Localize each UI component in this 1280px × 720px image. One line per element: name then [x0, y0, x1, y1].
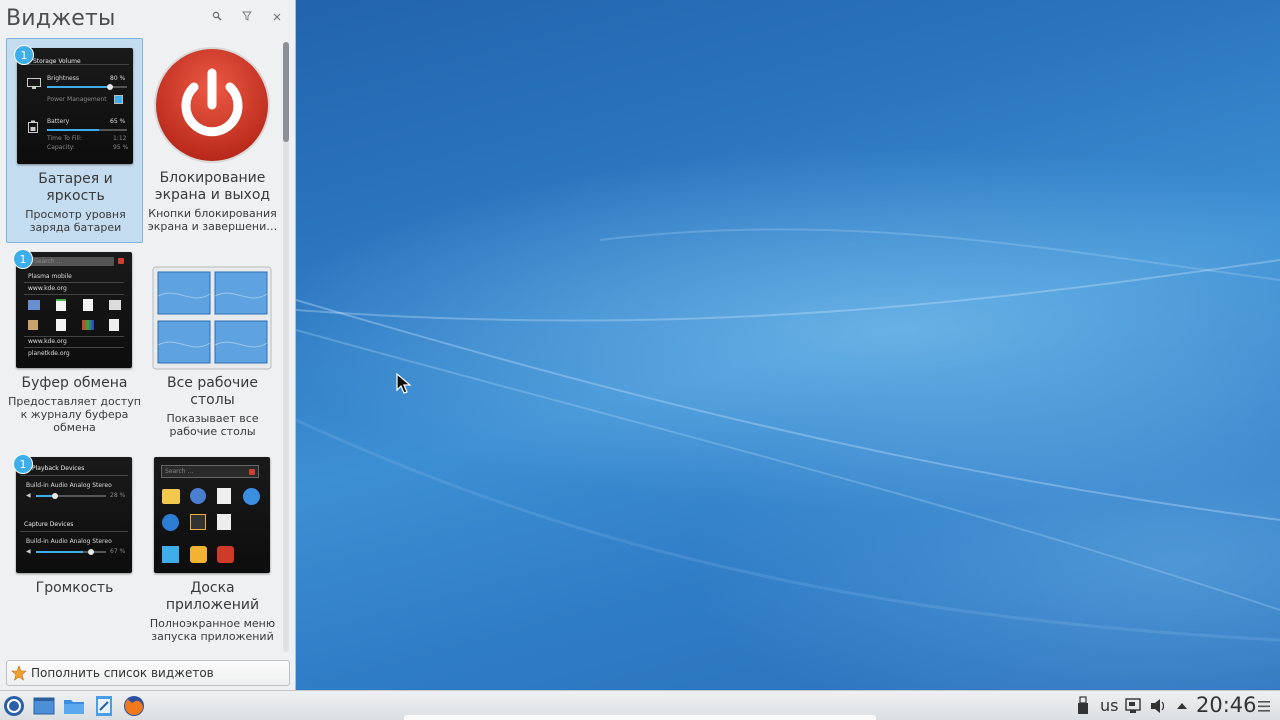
keyboard-layout-indicator[interactable]: us — [1100, 696, 1118, 715]
widget-name: Буфер обмена — [21, 375, 128, 391]
playback-volume-value: 28 % — [110, 492, 126, 499]
battery-value: 65 % — [110, 118, 126, 125]
brightness-value: 80 % — [110, 75, 126, 82]
time-to-fill-value: 1:12 — [113, 135, 127, 142]
widget-description: Просмотр уровня заряда батареи — [25, 208, 126, 234]
search-icon[interactable] — [208, 10, 226, 28]
brightness-label: Brightness — [47, 75, 79, 82]
clipboard-item: Plasma mobile — [28, 273, 72, 280]
widget-name: Громкость — [35, 580, 114, 596]
clear-icon — [118, 258, 124, 264]
taskbar: us 20:46 — [0, 690, 1280, 720]
dashboard-preview-thumbnail: Search ... — [154, 457, 270, 573]
widget-description: Предоставляет доступ к журналу буфера об… — [8, 395, 141, 434]
instance-count-badge: 1 — [13, 454, 33, 474]
widget-explorer-panel: Виджеты 1 Storage Volume Brightness 80 % — [0, 0, 296, 690]
application-launcher-icon[interactable] — [3, 695, 25, 717]
display-icon[interactable] — [1124, 695, 1142, 717]
firefox-icon[interactable] — [123, 695, 145, 717]
power-icon — [154, 47, 270, 163]
widget-name: Все рабочие столы — [166, 375, 258, 408]
widget-grid: 1 Storage Volume Brightness 80 % Power M… — [6, 38, 282, 650]
get-more-widgets-label: Пополнить список виджетов — [31, 666, 214, 680]
widget-list-scrollbar[interactable] — [283, 42, 289, 652]
device-name: Build-in Audio Analog Stereo — [26, 482, 112, 489]
clipboard-preview-thumbnail: Search ... Plasma mobile www.kde.org www… — [16, 252, 132, 368]
capacity-value: 95 % — [113, 144, 129, 151]
usb-device-icon[interactable] — [1076, 695, 1090, 717]
speaker-icon: ◀ — [26, 492, 31, 499]
battery-label: Battery — [47, 118, 70, 125]
battery-icon — [28, 120, 38, 133]
widget-description: Показывает все рабочие столы — [166, 412, 259, 438]
clear-icon — [249, 469, 255, 475]
panel-header: Виджеты — [6, 4, 290, 36]
volume-icon[interactable] — [1150, 695, 1166, 717]
expand-arrow-icon[interactable] — [1175, 695, 1189, 717]
capacity-label: Capacity: — [47, 144, 75, 151]
widget-description: Кнопки блокирования экрана и завершени… — [147, 207, 278, 233]
capture-volume-value: 67 % — [110, 548, 126, 555]
file-manager-icon[interactable] — [63, 695, 85, 717]
text-editor-icon[interactable] — [93, 695, 115, 717]
speaker-icon: ◀ — [26, 548, 31, 555]
digital-clock[interactable]: 20:46 — [1196, 693, 1257, 717]
close-icon[interactable] — [268, 10, 286, 28]
clipboard-item: www.kde.org — [28, 338, 67, 345]
star-icon — [11, 665, 27, 681]
time-to-fill-label: Time To Fill: — [47, 135, 82, 142]
volume-preview-thumbnail: Playback Devices Build-in Audio Analog S… — [16, 457, 132, 573]
widget-tile-clipboard[interactable]: 1 Search ... Plasma mobile www.kde.org w… — [6, 243, 143, 448]
task-manager-area[interactable] — [404, 715, 876, 720]
widget-tile-battery[interactable]: 1 Storage Volume Brightness 80 % Power M… — [6, 38, 143, 243]
power-management-label: Power Management — [47, 96, 107, 103]
widget-name: Блокирование экрана и выход — [154, 170, 271, 203]
power-management-checkbox[interactable] — [114, 95, 123, 104]
preview-section-title: Playback Devices — [32, 465, 85, 472]
desktop-icon[interactable] — [33, 695, 55, 717]
preview-search-field: Search ... — [34, 258, 63, 265]
preview-section-title: Capture Devices — [24, 521, 74, 528]
get-more-widgets-button[interactable]: Пополнить список виджетов — [6, 660, 290, 686]
widget-name: Доска приложений — [165, 580, 260, 613]
menu-icon[interactable] — [1256, 695, 1272, 717]
clipboard-item: www.kde.org — [28, 285, 67, 292]
monitor-icon — [27, 78, 41, 89]
battery-preview-thumbnail: Storage Volume Brightness 80 % Power Man… — [17, 48, 133, 164]
instance-count-badge: 1 — [13, 249, 33, 269]
widget-name: Батарея и яркость — [38, 171, 113, 204]
mouse-cursor-icon — [396, 373, 412, 394]
instance-count-badge: 1 — [14, 45, 34, 65]
scrollbar-thumb[interactable] — [283, 42, 289, 142]
widget-tile-lock-logout[interactable]: Блокирование экрана и выход Кнопки блоки… — [144, 38, 281, 243]
widget-description: Полноэкранное меню запуска приложений — [149, 617, 276, 643]
widget-tile-app-dashboard[interactable]: Search ... Доска приложений Полноэкранно… — [144, 448, 281, 650]
panel-title: Виджеты — [6, 6, 116, 31]
device-name: Build-in Audio Analog Stereo — [26, 538, 112, 545]
clipboard-item: planetkde.org — [28, 350, 70, 357]
widget-tile-pager[interactable]: Все рабочие столы Показывает все рабочие… — [144, 243, 281, 448]
widget-tile-volume[interactable]: 1 Playback Devices Build-in Audio Analog… — [6, 448, 143, 650]
preview-search-field: Search ... — [165, 468, 194, 475]
filter-icon[interactable] — [238, 10, 256, 28]
pager-icon — [152, 252, 272, 370]
